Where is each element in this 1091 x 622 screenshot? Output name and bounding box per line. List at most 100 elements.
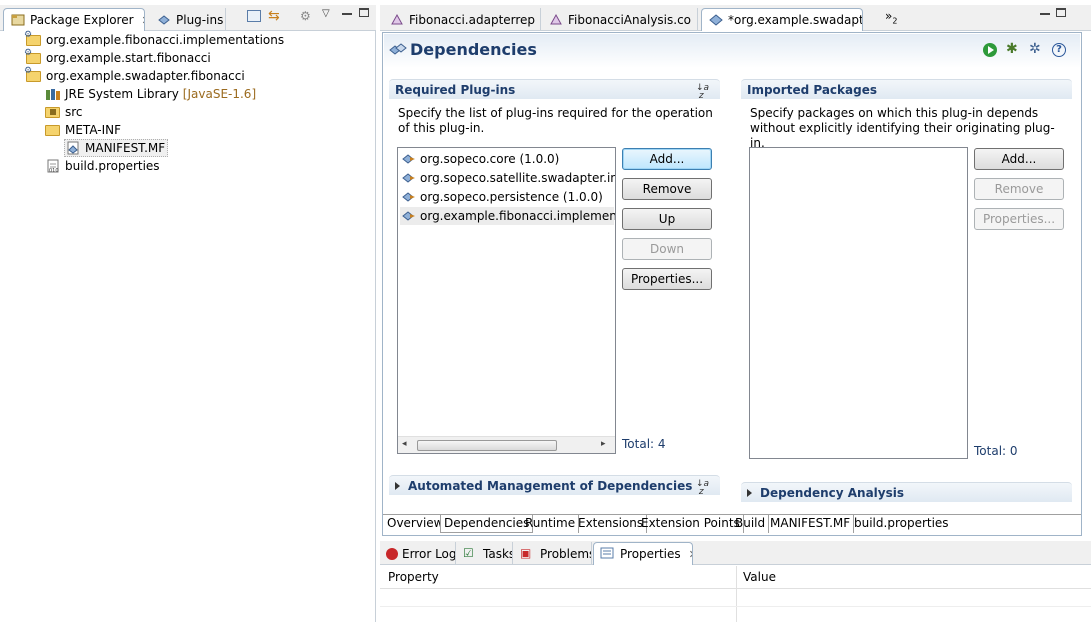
imported-packages-list[interactable] — [749, 147, 968, 459]
scroll-right-icon[interactable]: ▸ — [601, 439, 606, 449]
error-log-icon — [386, 547, 398, 560]
tab-label: Error Log — [402, 546, 456, 561]
down-button[interactable]: Down — [622, 238, 712, 260]
export-icon[interactable]: ✲ — [1029, 41, 1041, 57]
tab-label: Plug-ins — [176, 12, 224, 27]
imported-total: Total: 0 — [974, 444, 1018, 458]
tab-problems[interactable]: ▣ Problems — [514, 542, 592, 565]
section-automated-management[interactable]: Automated Management of Dependencies — [389, 475, 720, 495]
plugin-manifest-icon — [708, 12, 724, 28]
library-icon — [45, 87, 61, 101]
maximize-icon[interactable] — [1056, 8, 1066, 17]
debug-icon[interactable]: ✱ — [1006, 41, 1018, 57]
list-item-label: org.sopeco.core (1.0.0) — [420, 152, 560, 166]
left-view-tabbar: Package Explorer ✕ Plug-ins ⇆ ⚙ ▽ — [0, 5, 376, 31]
page-tab-runtime[interactable]: Runtime — [522, 515, 580, 533]
run-icon[interactable] — [983, 43, 997, 57]
properties-table-header: Property Value — [380, 566, 1091, 622]
tab-label: Fibonacci.adapterrep — [409, 12, 536, 27]
page-title: Dependencies — [410, 40, 537, 59]
properties-file-icon: 010 — [45, 159, 61, 174]
up-button[interactable]: Up — [622, 208, 712, 230]
horizontal-scrollbar[interactable]: ◂ ▸ — [398, 436, 615, 453]
list-item[interactable]: org.sopeco.core (1.0.0) — [401, 150, 559, 168]
help-icon[interactable]: ? — [1052, 43, 1066, 57]
close-icon[interactable]: ✕ — [689, 548, 692, 561]
remove-required-button[interactable]: Remove — [622, 178, 712, 200]
tree-item[interactable]: META-INF — [45, 121, 121, 139]
section-header-required: Required Plug-ins — [389, 79, 720, 99]
page-tab-build-properties[interactable]: build.properties — [851, 515, 952, 533]
tab-plug-ins[interactable]: Plug-ins — [150, 8, 226, 31]
column-header-value[interactable]: Value — [743, 570, 776, 584]
tab-properties[interactable]: Properties ✕ — [593, 542, 693, 565]
plugin-project-icon: ⚙ — [24, 48, 42, 65]
sort-icon[interactable]: ↓a z — [696, 480, 709, 497]
list-item-label: org.sopeco.satellite.swadapter.interface… — [420, 171, 615, 185]
folder-icon — [45, 123, 61, 137]
list-item[interactable]: org.sopeco.satellite.swadapter.interface… — [401, 169, 615, 187]
tab-label: Package Explorer — [30, 13, 134, 27]
tasks-icon: ☑ — [463, 545, 474, 560]
tree-item-label: JRE System Library — [65, 87, 179, 101]
tree-item[interactable]: 010 build.properties — [45, 157, 160, 175]
plugin-icon — [156, 12, 172, 28]
scroll-thumb[interactable] — [417, 440, 557, 451]
tree-item-label: org.example.fibonacci.implementations — [46, 33, 285, 47]
tree-item[interactable]: JRE System Library [JavaSE-1.6] — [45, 85, 256, 103]
add-required-button[interactable]: Add... — [622, 148, 712, 170]
page-tab-overview[interactable]: Overview — [384, 515, 448, 533]
page-tab-extensions[interactable]: Extensions — [575, 515, 648, 533]
tab-package-explorer[interactable]: Package Explorer ✕ — [3, 8, 145, 31]
required-plugins-list[interactable]: org.sopeco.core (1.0.0) org.sopeco.satel… — [397, 147, 616, 454]
page-tab-extension-points[interactable]: Extension Points — [638, 515, 744, 533]
page-tab-dependencies[interactable]: Dependencies — [440, 515, 534, 533]
section-description: Specify packages on which this plug-in d… — [750, 106, 1055, 150]
properties-row — [380, 606, 1091, 607]
properties-required-button[interactable]: Properties... — [622, 268, 712, 290]
tree-item-label: org.example.swadapter.fibonacci — [46, 69, 245, 83]
manifest-file-icon — [65, 141, 81, 155]
tree-item[interactable]: ⚙ org.example.swadapter.fibonacci — [24, 66, 245, 85]
section-dependency-analysis[interactable]: Dependency Analysis — [741, 482, 1072, 502]
filter-icon[interactable]: ⚙ — [300, 9, 311, 23]
tree-item[interactable]: src — [45, 103, 83, 121]
page-tab-build[interactable]: Build — [732, 515, 770, 533]
editor-tab-active[interactable]: *org.example.swadapt ✕ — [701, 8, 863, 31]
tab-label: Properties — [620, 547, 681, 561]
list-item[interactable]: org.sopeco.persistence (1.0.0) — [401, 188, 603, 206]
package-tree: ⚙ org.example.fibonacci.implementations … — [0, 30, 376, 622]
tab-tasks[interactable]: ☑ Tasks — [457, 542, 513, 565]
maximize-icon[interactable] — [359, 8, 369, 17]
section-title: Dependency Analysis — [760, 486, 905, 500]
editor-tab[interactable]: Fibonacci.adapterrep — [383, 8, 541, 31]
list-item-label: org.sopeco.persistence (1.0.0) — [420, 190, 603, 204]
page-tab-manifest[interactable]: MANIFEST.MF — [767, 515, 855, 533]
tree-item-label: build.properties — [65, 159, 160, 173]
editor-tab[interactable]: FibonacciAnalysis.co — [542, 8, 698, 31]
tree-item[interactable]: ⚙ org.example.start.fibonacci — [24, 48, 211, 67]
sort-icon[interactable]: ↓a z — [696, 84, 709, 101]
collapse-all-icon[interactable] — [247, 10, 261, 22]
scroll-left-icon[interactable]: ◂ — [402, 439, 407, 449]
minimize-icon[interactable] — [342, 13, 352, 15]
model-file-icon — [548, 12, 564, 28]
editor-overflow-button[interactable]: »2 — [885, 9, 897, 25]
plugin-icon — [401, 170, 417, 186]
close-icon[interactable]: ✕ — [142, 14, 144, 27]
minimize-icon[interactable] — [1040, 13, 1050, 15]
tree-item-label: MANIFEST.MF — [85, 141, 166, 155]
tree-item[interactable]: MANIFEST.MF — [64, 139, 169, 157]
remove-imported-button[interactable]: Remove — [974, 178, 1064, 200]
link-with-editor-icon[interactable]: ⇆ — [268, 8, 280, 24]
properties-imported-button[interactable]: Properties... — [974, 208, 1064, 230]
column-header-property[interactable]: Property — [388, 570, 439, 584]
tree-item[interactable]: ⚙ org.example.fibonacci.implementations — [24, 30, 285, 49]
plugin-icon — [401, 151, 417, 167]
section-header-imported: Imported Packages — [741, 79, 1072, 99]
required-total: Total: 4 — [622, 437, 666, 451]
view-menu-icon[interactable]: ▽ — [322, 8, 330, 19]
add-imported-button[interactable]: Add... — [974, 148, 1064, 170]
list-item-selected[interactable]: org.example.fibonacci.implementations — [400, 207, 615, 225]
tab-error-log[interactable]: Error Log — [380, 542, 456, 565]
